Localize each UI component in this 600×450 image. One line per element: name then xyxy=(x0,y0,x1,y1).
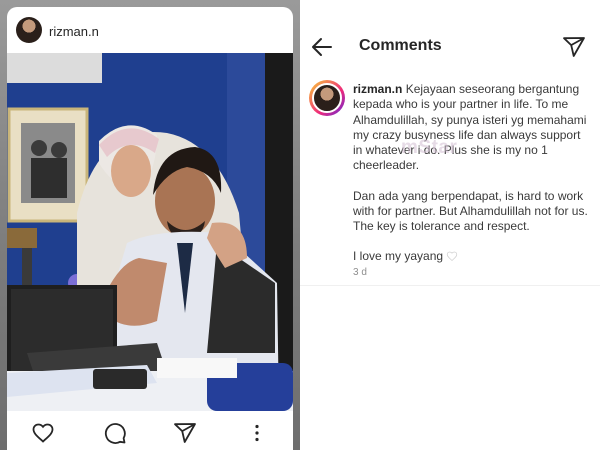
share-icon[interactable] xyxy=(173,421,197,445)
post-photo[interactable] xyxy=(7,53,293,411)
photo-illustration xyxy=(7,53,293,411)
watermark-logo: mStar xyxy=(401,137,458,158)
caption-comment: rizman.n Kejayaan seseorang bergantung k… xyxy=(353,82,589,264)
caption-avatar-ring[interactable] xyxy=(309,80,345,116)
caption-text-2: Dan ada yang berpendapat, is hard to wor… xyxy=(353,188,588,234)
profile-avatar[interactable] xyxy=(16,17,42,43)
instagram-post: rizman.n xyxy=(7,7,293,450)
post-header: rizman.n xyxy=(7,7,293,53)
divider xyxy=(300,285,600,286)
post-username[interactable]: rizman.n xyxy=(49,24,99,39)
comments-panel: Comments rizman.n Kejayaan seseorang ber… xyxy=(300,0,600,450)
more-icon[interactable] xyxy=(245,421,269,445)
caption-time: 3 d xyxy=(353,267,367,278)
caption-username[interactable]: rizman.n xyxy=(353,82,402,96)
post-actions xyxy=(7,411,293,450)
comments-title: Comments xyxy=(359,37,442,54)
caption-avatar[interactable] xyxy=(312,83,342,113)
send-icon[interactable] xyxy=(562,36,586,58)
comment-icon[interactable] xyxy=(103,421,127,445)
white-heart-icon xyxy=(446,250,458,261)
caption-text-3: I love my yayang xyxy=(353,248,444,263)
heart-icon[interactable] xyxy=(31,421,55,445)
back-arrow-icon[interactable] xyxy=(310,36,334,58)
